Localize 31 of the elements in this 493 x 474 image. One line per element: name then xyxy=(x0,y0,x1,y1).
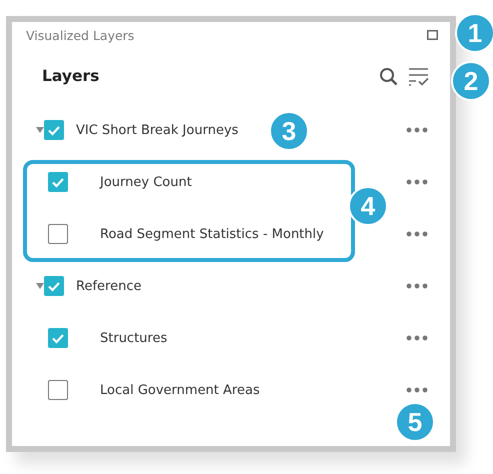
checkmark-icon xyxy=(47,124,61,136)
checkbox[interactable] xyxy=(48,172,68,192)
maximize-icon[interactable] xyxy=(427,30,438,40)
more-options-icon[interactable] xyxy=(406,231,428,237)
checkbox[interactable] xyxy=(44,276,64,296)
more-options-icon[interactable] xyxy=(406,387,428,393)
collapse-caret-icon[interactable] xyxy=(36,283,44,289)
checkmark-icon xyxy=(47,280,61,292)
more-options-icon[interactable] xyxy=(406,179,428,185)
search-icon[interactable] xyxy=(379,66,398,86)
panel-title: Visualized Layers xyxy=(26,28,134,42)
section-title: Layers xyxy=(42,67,100,85)
filter-list-icon[interactable] xyxy=(408,66,430,86)
more-options-icon[interactable] xyxy=(406,335,428,341)
layer-label: Road Segment Statistics - Monthly xyxy=(100,226,324,242)
checkbox[interactable] xyxy=(48,328,68,348)
more-options-icon[interactable] xyxy=(406,283,428,289)
callout-badge: 1 xyxy=(455,13,493,53)
layer-label: VIC Short Break Journeys xyxy=(76,122,238,138)
callout-badge: 2 xyxy=(451,61,491,101)
layer-label: Reference xyxy=(76,278,142,294)
checkbox[interactable] xyxy=(48,380,68,400)
collapse-caret-icon[interactable] xyxy=(36,127,44,133)
layer-label: Structures xyxy=(100,330,168,346)
layer-label: Local Government Areas xyxy=(100,382,260,398)
checkbox[interactable] xyxy=(44,120,64,140)
checkmark-icon xyxy=(51,176,65,188)
checkmark-icon xyxy=(51,332,65,344)
checkbox[interactable] xyxy=(48,224,68,244)
more-options-icon[interactable] xyxy=(406,127,428,133)
layer-label: Journey Count xyxy=(100,174,192,190)
